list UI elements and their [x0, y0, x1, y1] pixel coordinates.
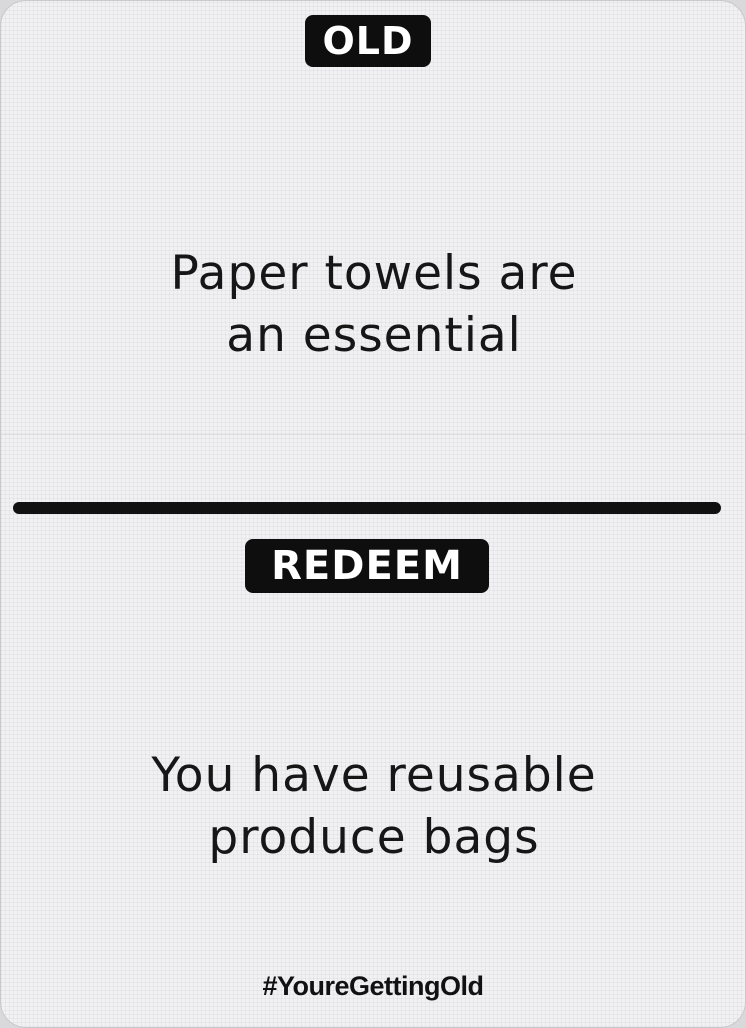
game-card: OLD Paper towels are an essential REDEEM… [0, 0, 746, 1028]
old-statement-line-1: Paper towels are [170, 246, 578, 301]
section-divider [13, 502, 721, 514]
old-badge: OLD [305, 15, 431, 67]
card-fold-crease [1, 433, 745, 435]
hashtag-footer: #YoureGettingOld [262, 971, 484, 1001]
redeem-statement-line-2: produce bags [208, 810, 540, 865]
redeem-badge: REDEEM [245, 539, 489, 593]
old-statement: Paper towels are an essential [41, 243, 707, 367]
redeem-statement-line-1: You have reusable [151, 748, 597, 803]
old-statement-line-2: an essential [226, 308, 522, 363]
redeem-statement: You have reusable produce bags [41, 745, 707, 869]
